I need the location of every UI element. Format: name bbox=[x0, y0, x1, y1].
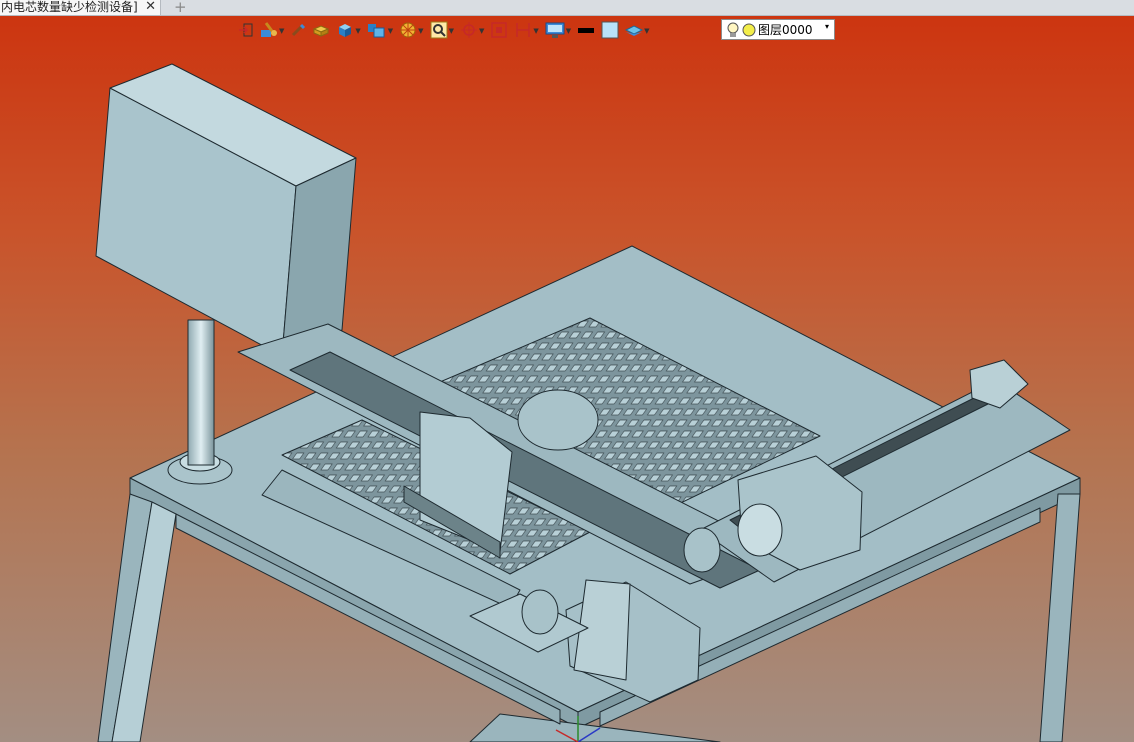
chevron-down-icon: ▼ bbox=[533, 27, 539, 35]
dimension-icon bbox=[516, 23, 531, 37]
monitor-button[interactable]: ▼ bbox=[545, 19, 571, 41]
tab-bar: 内电芯数量缺少检测设备] ✕ + bbox=[0, 0, 1134, 16]
orange-button[interactable]: ▼ bbox=[399, 19, 424, 41]
cake-button[interactable] bbox=[312, 19, 330, 41]
chevron-down-icon: ▼ bbox=[387, 27, 394, 35]
monitor-icon bbox=[545, 22, 565, 38]
layer-stack-button[interactable]: ▼ bbox=[625, 19, 650, 41]
chevron-down-icon: ▼ bbox=[418, 27, 424, 35]
layer-selector[interactable]: 图层0000 ▾ bbox=[721, 19, 835, 40]
chevron-down-icon[interactable]: ▾ bbox=[825, 22, 829, 31]
chevron-down-icon: ▼ bbox=[478, 27, 485, 35]
pen-button[interactable] bbox=[290, 19, 306, 41]
cube-button[interactable]: ▼ bbox=[336, 19, 361, 41]
chevron-down-icon: ▼ bbox=[565, 27, 572, 35]
sketch-icon bbox=[261, 22, 277, 37]
line-color-icon bbox=[578, 28, 595, 33]
fit-button[interactable] bbox=[490, 19, 508, 41]
dimension-button[interactable]: ▼ bbox=[514, 19, 539, 41]
chevron-down-icon: ▼ bbox=[279, 27, 285, 35]
view-toolbar: ▼ ▼ ▼ ▼ ▼ ▼ ▼ ▼ ▼ bbox=[238, 17, 656, 43]
chevron-down-icon: ▼ bbox=[644, 27, 650, 35]
layer-color-dot bbox=[742, 23, 756, 36]
monitor-pole bbox=[187, 319, 215, 466]
multi-cube-button[interactable]: ▼ bbox=[367, 19, 393, 41]
cad-model bbox=[95, 63, 1081, 742]
fill-color-icon bbox=[601, 21, 619, 39]
orange-icon bbox=[400, 22, 416, 38]
document-tab-title: 内电芯数量缺少检测设备] bbox=[1, 0, 138, 14]
zoom-icon bbox=[430, 21, 448, 39]
fill-color-button[interactable] bbox=[601, 19, 619, 41]
sketch-button[interactable]: ▼ bbox=[260, 19, 284, 41]
table-leg-right bbox=[1039, 493, 1081, 742]
bulb-icon bbox=[727, 22, 739, 37]
exit-button[interactable] bbox=[238, 19, 254, 41]
multi-cube-icon bbox=[367, 24, 385, 38]
exit-icon bbox=[239, 23, 253, 37]
layer-stack-icon bbox=[625, 25, 644, 36]
line-color-button[interactable] bbox=[577, 19, 595, 41]
crosshair-button[interactable]: ▼ bbox=[460, 19, 484, 41]
layer-name: 图层0000 bbox=[758, 23, 813, 37]
3d-viewport[interactable] bbox=[0, 16, 1134, 742]
new-tab-icon[interactable]: + bbox=[174, 0, 187, 16]
crosshair-icon bbox=[460, 22, 477, 38]
chevron-down-icon: ▼ bbox=[355, 27, 361, 35]
cube-icon bbox=[339, 24, 352, 37]
zoom-button[interactable]: ▼ bbox=[430, 19, 454, 41]
chevron-down-icon: ▼ bbox=[448, 27, 454, 35]
document-tab[interactable]: 内电芯数量缺少检测设备] ✕ bbox=[0, 0, 161, 15]
fit-icon bbox=[491, 22, 508, 38]
cake-icon bbox=[313, 25, 330, 37]
pen-icon bbox=[292, 23, 306, 37]
close-icon[interactable]: ✕ bbox=[145, 0, 156, 14]
